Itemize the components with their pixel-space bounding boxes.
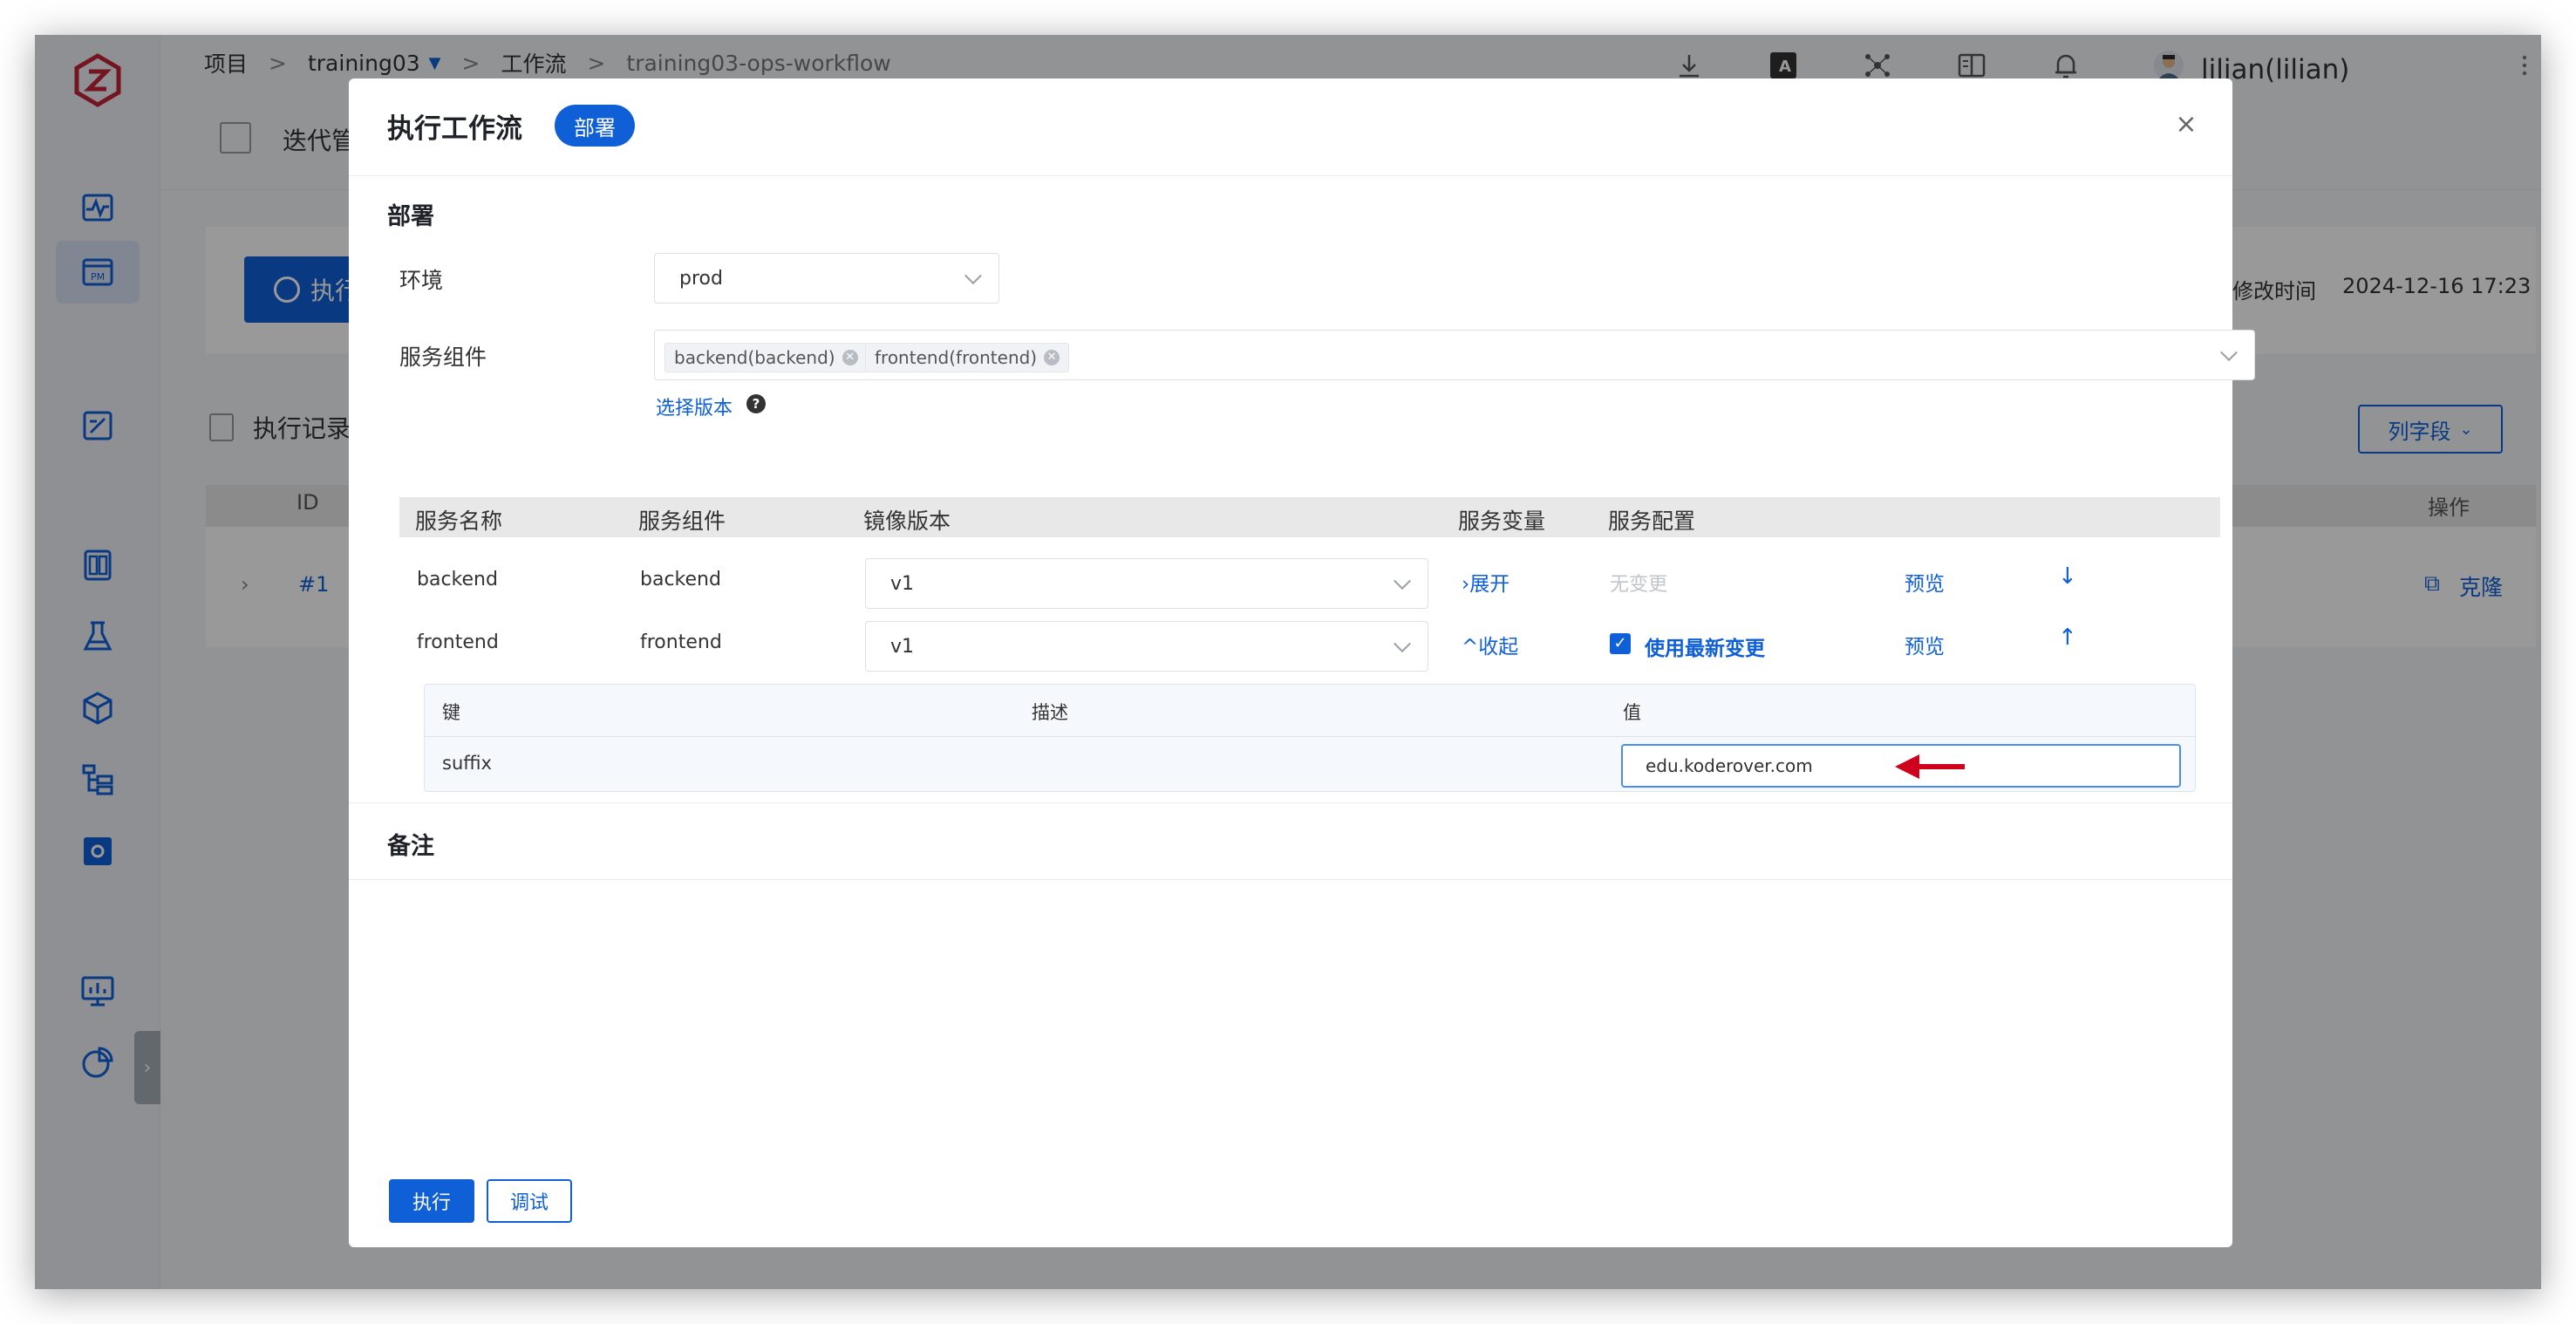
annotation-arrow-icon (1895, 754, 1965, 779)
component-tag-label: frontend(frontend) (875, 347, 1038, 368)
service-variables-panel: 键 描述 值 suffix edu.koderover.com (424, 684, 2196, 792)
col-service-variables: 服务变量 (1458, 508, 1546, 534)
col-service-name: 服务名称 (415, 508, 503, 534)
close-icon[interactable]: × (2171, 110, 2201, 140)
chevron-right-icon: › (1462, 573, 1470, 596)
service-name: backend (417, 569, 498, 590)
chevron-down-icon (2220, 344, 2238, 362)
remove-tag-icon[interactable]: ✕ (1044, 350, 1060, 365)
chevron-down-icon (964, 267, 982, 285)
mode-badge: 部署 (555, 105, 635, 147)
col-value: 值 (1623, 702, 1641, 723)
chevron-down-icon (1394, 635, 1411, 653)
run-workflow-dialog: 执行工作流 部署 × 部署 环境 prod 服务组件 backend(backe… (349, 78, 2255, 1247)
col-service-config: 服务配置 (1608, 508, 1696, 534)
collapse-variables-label: 收起 (1478, 636, 1519, 659)
move-up-icon[interactable]: ↑ (2058, 624, 2077, 651)
preview-link[interactable]: 预览 (1905, 567, 1945, 597)
deploy-section-title: 部署 (387, 203, 434, 230)
notes-section-title: 备注 (387, 833, 434, 860)
components-label: 服务组件 (399, 345, 487, 370)
col-description: 描述 (1032, 702, 1068, 723)
env-value: prod (679, 267, 723, 290)
component-tag: frontend(frontend) ✕ (865, 343, 1070, 372)
service-component: backend (640, 569, 721, 590)
env-label: 环境 (399, 268, 444, 293)
debug-button[interactable]: 调试 (487, 1179, 572, 1223)
image-version-value: v1 (890, 635, 915, 658)
env-select[interactable]: prod (654, 253, 999, 304)
service-component: frontend (640, 631, 722, 653)
use-latest-label[interactable]: 使用最新变更 (1645, 631, 1765, 661)
component-tag-label: backend(backend) (674, 347, 835, 368)
execute-button[interactable]: 执行 (389, 1179, 474, 1223)
dialog-title: 执行工作流 (387, 113, 522, 145)
expand-variables-label: 展开 (1469, 573, 1510, 596)
component-tag: backend(backend) ✕ (664, 343, 868, 372)
chevron-down-icon (1394, 572, 1411, 590)
app-window: PM › 项目 > training03 ▼ > 工作流 > training0… (35, 35, 2541, 1289)
variables-header: 键 描述 值 (425, 685, 2195, 737)
move-down-icon[interactable]: ↓ (2058, 563, 2077, 590)
col-service-component: 服务组件 (638, 508, 726, 534)
col-key: 键 (442, 702, 460, 723)
preview-link[interactable]: 预览 (1905, 630, 1945, 659)
collapse-variables-button[interactable]: ^收起 (1462, 630, 1518, 659)
section-divider (349, 802, 2232, 803)
use-latest-checkbox[interactable]: ✓ (1610, 633, 1631, 654)
select-version-link[interactable]: 选择版本 (656, 392, 733, 420)
chevron-up-icon: ^ (1462, 636, 1479, 659)
image-version-select[interactable]: v1 (865, 621, 1428, 672)
help-icon[interactable]: ? (746, 394, 766, 413)
remove-tag-icon[interactable]: ✕ (842, 350, 858, 365)
service-name: frontend (417, 631, 499, 653)
expand-variables-button[interactable]: ›展开 (1462, 567, 1509, 597)
config-status: 无变更 (1610, 574, 1668, 596)
section-divider (349, 879, 2232, 880)
variable-value: edu.koderover.com (1646, 755, 1813, 776)
variable-key: suffix (442, 753, 492, 774)
col-image-version: 镜像版本 (863, 508, 951, 534)
services-table-header: 服务名称 服务组件 镜像版本 服务变量 服务配置 (399, 497, 2220, 537)
image-version-value: v1 (890, 572, 915, 595)
dialog-header: 执行工作流 部署 × (349, 78, 2232, 176)
image-version-select[interactable]: v1 (865, 558, 1428, 609)
